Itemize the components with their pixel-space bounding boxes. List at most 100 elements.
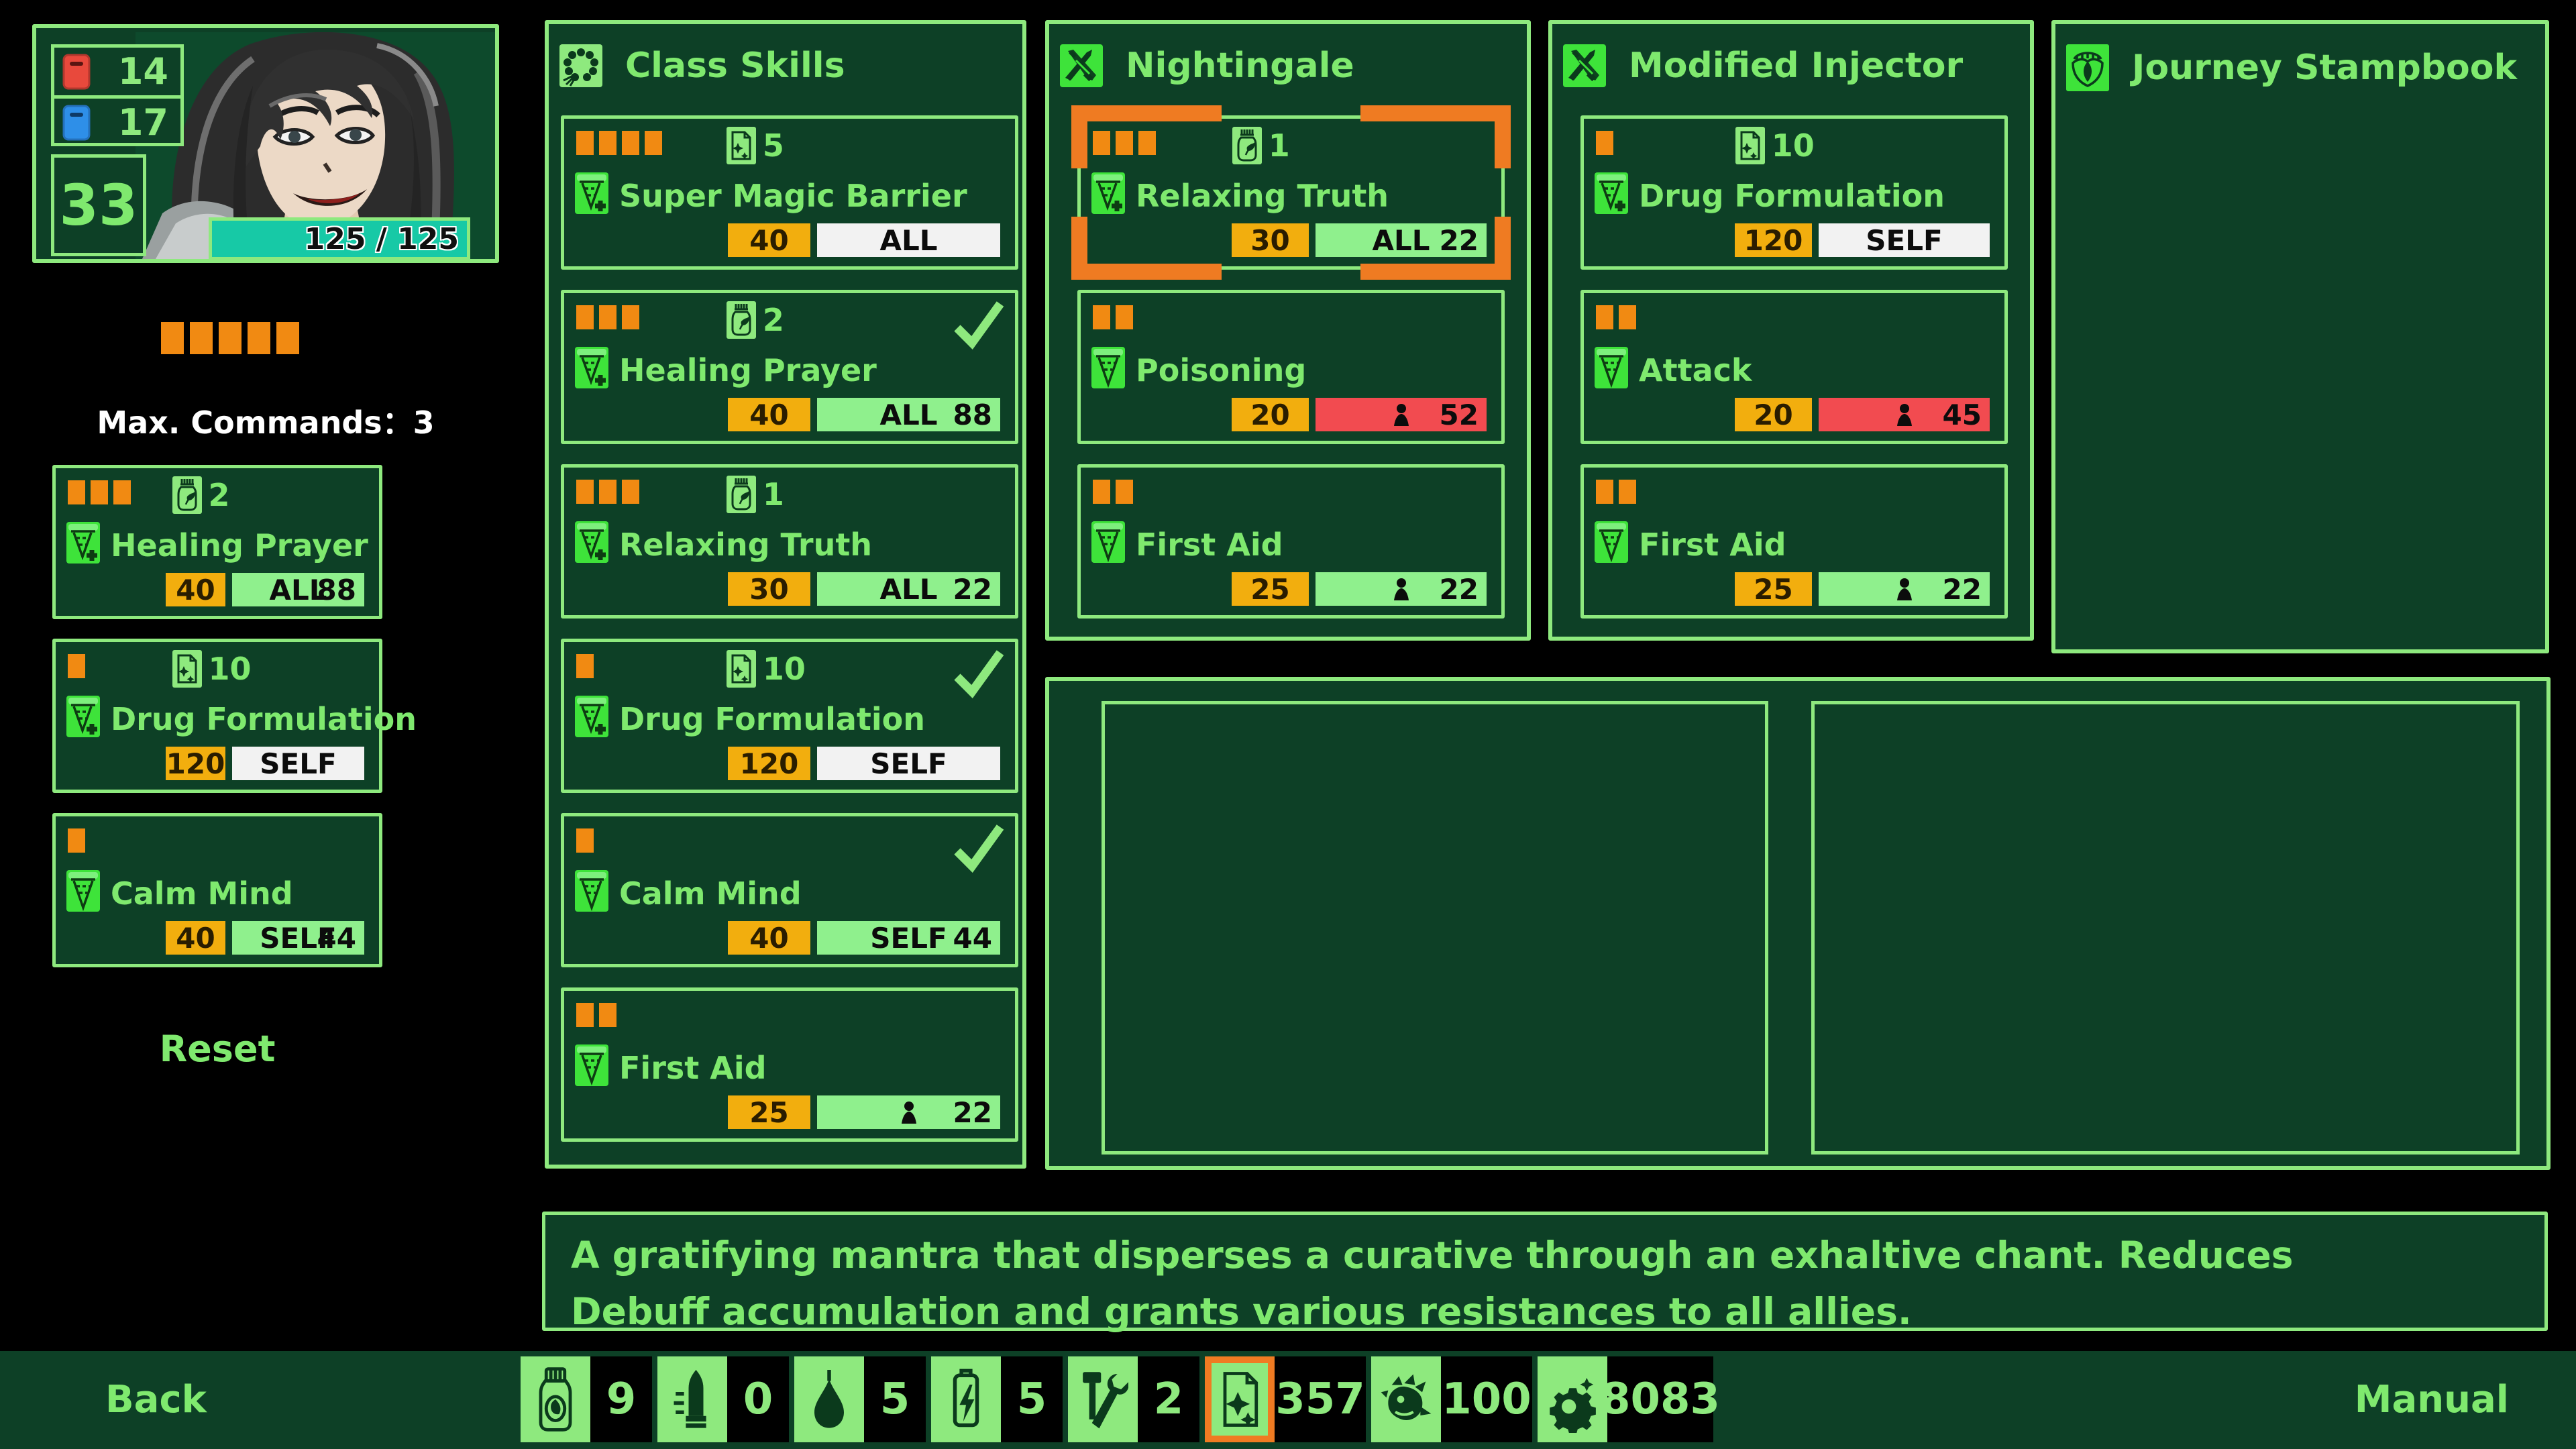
- skill-card-first-aid[interactable]: First Aid2522: [561, 987, 1018, 1142]
- item-icon-cell: [794, 1356, 864, 1442]
- skill-card-healing-prayer[interactable]: 2Healing Prayer40ALL88: [52, 465, 382, 619]
- skill-icon-wrap: [575, 521, 608, 567]
- command-pip: [248, 322, 270, 354]
- skill-name: Healing Prayer: [619, 352, 877, 388]
- skill-card-first-aid[interactable]: First Aid2522: [1077, 464, 1505, 619]
- skill-target-cell: ALL22: [817, 572, 1000, 606]
- cost-pip: [576, 654, 594, 678]
- skill-cost-pips: [1596, 131, 1613, 155]
- skill-card-healing-prayer[interactable]: 2Healing Prayer40ALL88: [561, 290, 1018, 444]
- skill-icon-wrap: [1091, 521, 1125, 567]
- skill-icon-wrap: [575, 696, 608, 741]
- person-icon: [901, 1101, 917, 1124]
- reset-button[interactable]: Reset: [52, 1028, 382, 1070]
- skill-cost-value: 25: [1754, 573, 1792, 606]
- skill-stats: 40ALL88: [728, 398, 1000, 431]
- skill-cost-cell: 40: [166, 921, 225, 955]
- cost-pip: [1619, 480, 1636, 504]
- skill-card-calm-mind[interactable]: Calm Mind40SELF44: [52, 813, 382, 967]
- skill-card-drug-formulation[interactable]: 10Drug Formulation120SELF: [52, 639, 382, 793]
- skill-target-label: SELF: [260, 747, 336, 780]
- inventory-item-flask-drop[interactable]: 5: [794, 1356, 926, 1442]
- inventory-item-sparkle-card[interactable]: 357: [1205, 1356, 1366, 1442]
- skill-card-first-aid[interactable]: First Aid2522: [1580, 464, 2008, 619]
- person-icon: [1393, 403, 1409, 426]
- skill-target-cell: SELF44: [232, 921, 364, 955]
- skill-name: Attack: [1639, 352, 1752, 388]
- skill-card-poisoning[interactable]: Poisoning2052: [1077, 290, 1505, 444]
- flask-plus-icon: [575, 172, 608, 215]
- inventory-item-tools[interactable]: 2: [1068, 1356, 1199, 1442]
- skill-card-calm-mind[interactable]: Calm Mind40SELF44: [561, 813, 1018, 967]
- column-header: Nightingale: [1060, 44, 1354, 87]
- skill-power-value: 88: [953, 398, 992, 431]
- skill-card-relaxing-truth[interactable]: 1Relaxing Truth30ALL22: [561, 464, 1018, 619]
- cost-pip: [1116, 305, 1133, 329]
- skill-cost-value: 40: [176, 574, 215, 606]
- column-header: Modified Injector: [1563, 44, 1963, 87]
- skill-card-drug-formulation[interactable]: 10Drug Formulation120SELF: [561, 639, 1018, 793]
- empty-slot-box-2: [1811, 701, 2520, 1155]
- flask-icon: [1595, 347, 1628, 390]
- skill-card-super-magic-barrier[interactable]: 5Super Magic Barrier40ALL: [561, 115, 1018, 270]
- checkmark-icon: [952, 299, 1004, 351]
- blue-book-icon: [61, 104, 92, 142]
- jar-icon: [172, 476, 202, 514]
- cost-pip: [113, 480, 131, 504]
- skill-power-value: 88: [317, 574, 356, 606]
- uses-count: 1: [763, 476, 784, 513]
- skill-name: Calm Mind: [619, 875, 802, 912]
- item-count-cell: 2: [1138, 1356, 1199, 1442]
- inventory-item-medicine-bottle[interactable]: 9: [521, 1356, 652, 1442]
- cost-pip: [1596, 305, 1613, 329]
- item-count-cell: 9: [590, 1356, 652, 1442]
- empty-slots-panel: [1045, 677, 2551, 1170]
- flask-icon: [1091, 347, 1125, 390]
- inventory-item-bullet[interactable]: 0: [657, 1356, 789, 1442]
- cost-pip: [68, 480, 85, 504]
- skill-card-attack[interactable]: Attack2045: [1580, 290, 2008, 444]
- gear-icon: [1546, 1366, 1599, 1433]
- skill-cost-cell: 30: [1232, 223, 1309, 257]
- skill-card-drug-formulation[interactable]: 10Drug Formulation120SELF: [1580, 115, 2008, 270]
- flask-plus-icon: [66, 522, 100, 565]
- skill-icon-wrap: [1595, 172, 1628, 218]
- target-person-wrap: [901, 1101, 917, 1124]
- command-pip: [190, 322, 213, 354]
- flask-plus-icon: [1595, 172, 1628, 215]
- skill-icon-wrap: [575, 172, 608, 218]
- skill-target-cell: ALL: [817, 223, 1000, 257]
- skill-target-cell: 52: [1316, 398, 1487, 431]
- cost-pip: [645, 131, 662, 155]
- inventory-item-battery[interactable]: 5: [931, 1356, 1063, 1442]
- item-count: 100: [1442, 1375, 1532, 1424]
- uses-count: 10: [763, 651, 806, 687]
- skill-stats: 120SELF: [166, 747, 364, 780]
- cost-pip: [599, 131, 616, 155]
- cost-pip: [68, 828, 85, 853]
- back-button[interactable]: Back: [105, 1378, 207, 1421]
- skill-cost-pips: [576, 654, 594, 678]
- crossed-weapons-icon: [1563, 44, 1606, 87]
- inventory-item-gear[interactable]: 8083: [1538, 1356, 1713, 1442]
- sparkle-card-icon: [1218, 1366, 1262, 1433]
- checkmark-icon-wrap: [952, 822, 1004, 877]
- skill-cost-cell: 25: [1232, 572, 1309, 606]
- item-count: 2: [1154, 1375, 1184, 1424]
- cost-pip: [576, 828, 594, 853]
- flask-drop-icon: [807, 1366, 851, 1433]
- cost-pip: [1596, 131, 1613, 155]
- skill-cost-pips: [576, 1003, 616, 1027]
- uses-count-group: 1: [727, 476, 784, 513]
- manual-button[interactable]: Manual: [2355, 1378, 2509, 1421]
- jar-icon: [727, 476, 756, 513]
- skill-target-cell: SELF44: [817, 921, 1000, 955]
- skill-cost-pips: [68, 828, 85, 853]
- item-count: 357: [1275, 1375, 1365, 1424]
- skill-card-relaxing-truth[interactable]: 1Relaxing Truth30ALL22: [1077, 115, 1505, 270]
- skill-cost-cell: 20: [1232, 398, 1309, 431]
- inventory-item-creature[interactable]: 100: [1371, 1356, 1532, 1442]
- cost-pip: [1116, 131, 1133, 155]
- column-cards: 10Drug Formulation120SELFAttack2045First…: [1580, 115, 2008, 619]
- skill-power-value: 22: [1943, 573, 1982, 606]
